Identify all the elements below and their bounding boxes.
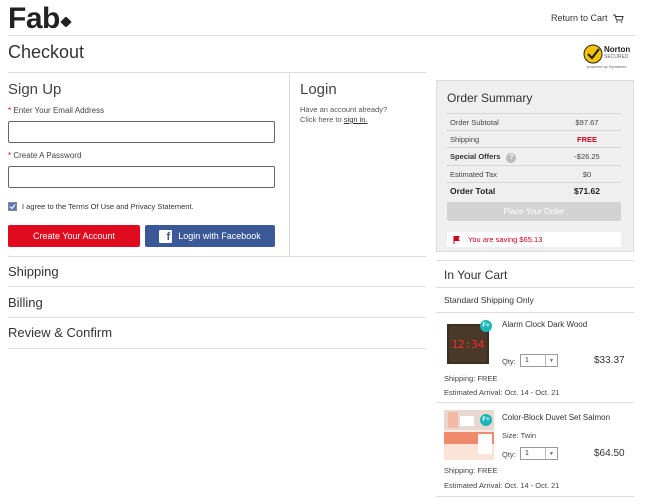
- item-name[interactable]: Alarm Clock Dark Wood: [502, 320, 587, 329]
- column-divider: [289, 72, 290, 256]
- step-review-confirm[interactable]: Review & Confirm: [8, 325, 112, 340]
- cart-title: In Your Cart: [444, 268, 508, 282]
- facebook-login-button[interactable]: f Login with Facebook: [145, 225, 275, 247]
- norton-label: Norton: [604, 45, 631, 54]
- cart-divider-4: [436, 496, 634, 497]
- item-price: $64.50: [594, 448, 625, 459]
- item-arrival: Estimated Arrival: Oct. 14 - Oct. 21: [444, 388, 560, 397]
- summary-line: [447, 147, 621, 148]
- header-divider: [8, 35, 635, 36]
- qty-label: Qty:: [502, 357, 516, 366]
- cart-divider-1: [436, 287, 634, 288]
- return-to-cart-label: Return to Cart: [551, 13, 608, 23]
- qty-select[interactable]: 1 ▼: [520, 447, 558, 460]
- cart-divider-3: [436, 402, 634, 403]
- cart-icon: [612, 14, 624, 23]
- checkout-divider: [8, 72, 426, 73]
- summary-row-subtotal: Order Subtotal $97.67: [450, 118, 599, 127]
- login-title: Login: [300, 81, 337, 98]
- item-shipping: Shipping: FREE: [444, 466, 498, 475]
- question-icon[interactable]: ?: [506, 153, 517, 163]
- steps-divider-4: [8, 348, 426, 349]
- page-title: Checkout: [8, 42, 85, 62]
- order-summary-panel: [436, 80, 634, 252]
- fab-logo[interactable]: Fab: [8, 2, 72, 36]
- summary-line: [447, 182, 621, 183]
- login-text: Have an account already? Click here to s…: [300, 105, 388, 124]
- cart-divider-2: [436, 312, 634, 313]
- summary-line: [447, 165, 621, 166]
- norton-powered-label: powered by Symantec: [587, 64, 627, 69]
- return-to-cart-link[interactable]: Return to Cart: [551, 13, 624, 23]
- place-order-button[interactable]: Place Your Order: [447, 202, 621, 221]
- facebook-login-label: Login with Facebook: [178, 231, 261, 241]
- heart-icon: [60, 16, 72, 28]
- summary-row-shipping: Shipping FREE: [450, 135, 597, 144]
- cart-divider-top: [436, 260, 634, 261]
- summary-row-offers: Special Offers? -$26.25: [450, 152, 600, 163]
- item-price: $33.37: [594, 355, 625, 366]
- flag-icon: [453, 235, 460, 244]
- sign-in-link[interactable]: sign in.: [344, 115, 368, 124]
- password-label: * Create A Password: [8, 151, 82, 160]
- checkmark-icon: [9, 204, 16, 210]
- saving-notice: You are saving $65.13: [447, 232, 621, 247]
- summary-row-total: Order Total $71.62: [450, 186, 600, 196]
- shipping-method-label: Standard Shipping Only: [444, 295, 534, 305]
- clock-digits: 12:34: [451, 338, 484, 351]
- item-size: Size: Twin: [502, 431, 537, 440]
- summary-row-tax: Estimated Tax $0: [450, 170, 592, 179]
- qty-select[interactable]: 1 ▼: [520, 354, 558, 367]
- steps-divider-1: [8, 256, 426, 257]
- norton-secured-label: SECURED: [604, 54, 629, 60]
- item-shipping: Shipping: FREE: [444, 374, 498, 383]
- summary-line: [447, 130, 621, 131]
- chevron-down-icon: ▼: [545, 355, 557, 366]
- fab-plus-badge: F+: [480, 414, 492, 426]
- password-field[interactable]: [8, 166, 275, 188]
- step-shipping[interactable]: Shipping: [8, 264, 59, 279]
- email-field[interactable]: [8, 121, 275, 143]
- item-arrival: Estimated Arrival: Oct. 14 - Oct. 21: [444, 481, 560, 490]
- step-billing[interactable]: Billing: [8, 295, 43, 310]
- agree-text: I agree to the Terms Of Use and Privacy …: [22, 202, 194, 211]
- facebook-icon: f: [159, 229, 173, 243]
- agree-checkbox[interactable]: [8, 202, 17, 211]
- norton-secured-badge[interactable]: Norton SECURED powered by Symantec: [583, 40, 635, 70]
- item-name[interactable]: Color-Block Duvet Set Salmon: [502, 413, 610, 422]
- fab-plus-badge: F+: [480, 320, 492, 332]
- order-summary-title: Order Summary: [447, 91, 533, 105]
- summary-line: [447, 113, 621, 114]
- signup-title: Sign Up: [8, 81, 62, 98]
- email-label: * Enter Your Email Address: [8, 106, 105, 115]
- qty-label: Qty:: [502, 450, 516, 459]
- chevron-down-icon: ▼: [545, 448, 557, 459]
- steps-divider-3: [8, 317, 426, 318]
- steps-divider-2: [8, 286, 426, 287]
- create-account-button[interactable]: Create Your Account: [8, 225, 140, 247]
